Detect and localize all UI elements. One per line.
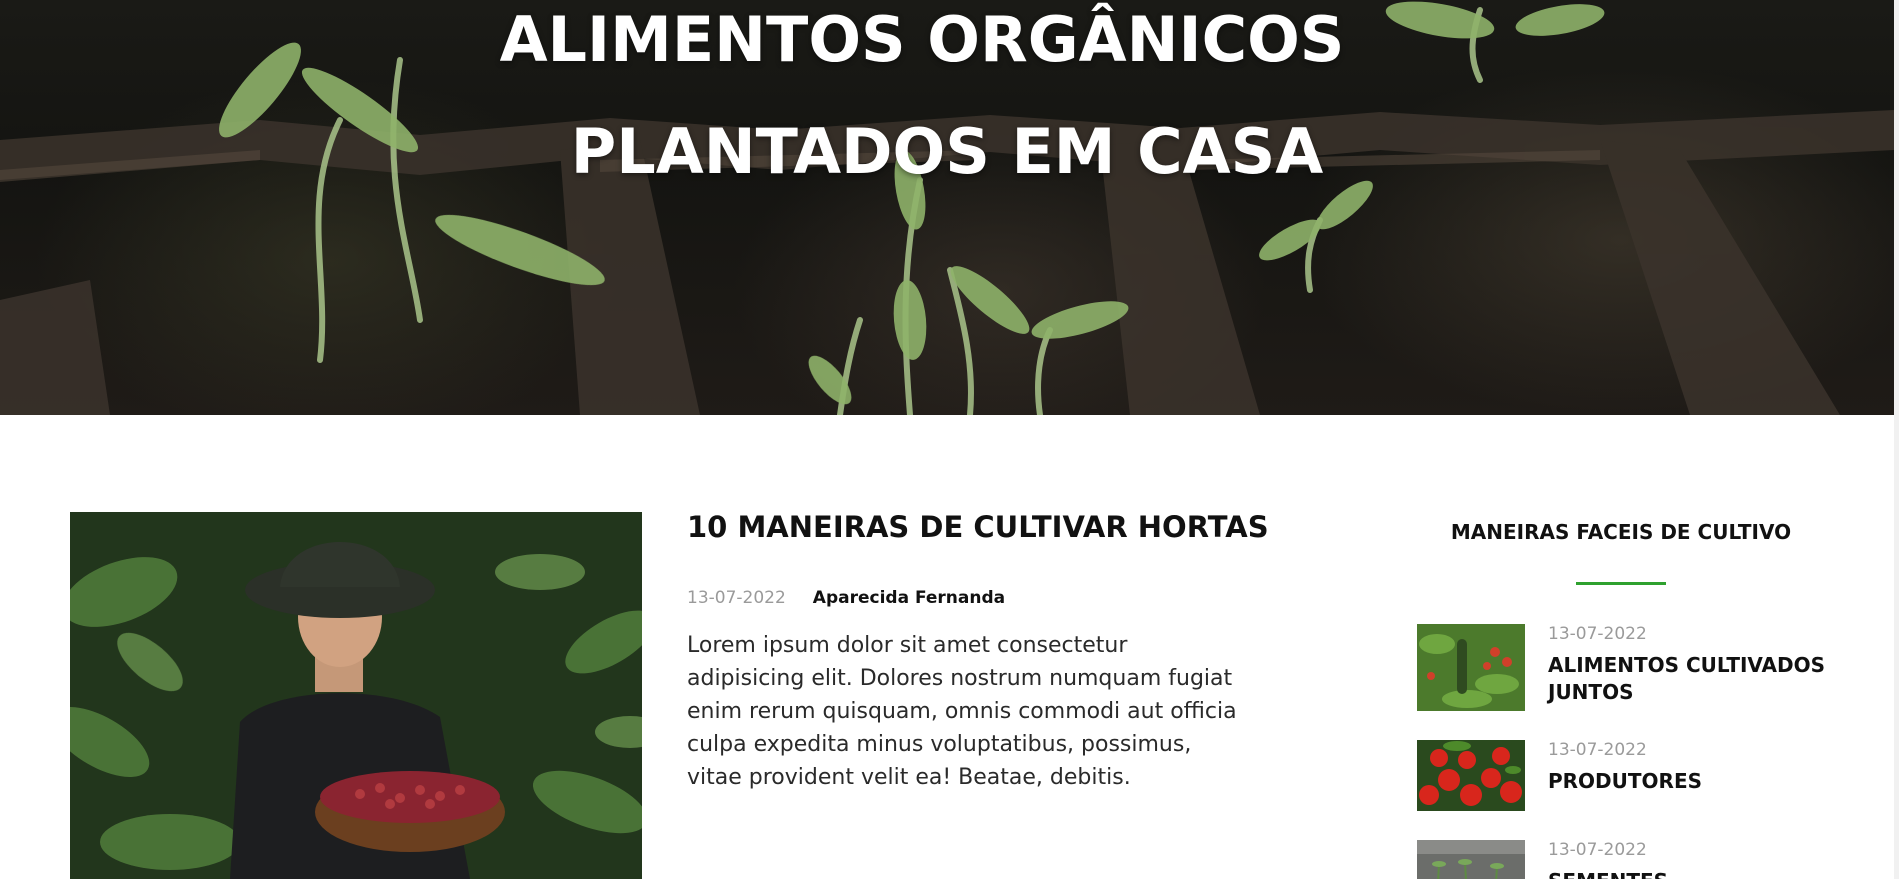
article-meta: 13-07-2022 Aparecida Fernanda — [687, 588, 1247, 608]
featured-article-image[interactable] — [70, 512, 642, 879]
hero-title-line-1: ALIMENTOS ORGÂNICOS — [499, 3, 1345, 76]
post-date: 13-07-2022 — [1548, 624, 1647, 644]
post-title[interactable]: ALIMENTOS CULTIVADOS JUNTOS — [1548, 652, 1828, 706]
post-info: 13-07-2022 ALIMENTOS CULTIVADOS JUNTOS — [1548, 624, 1828, 711]
article-title[interactable]: 10 MANEIRAS DE CULTIVAR HORTAS — [687, 510, 1269, 544]
article-excerpt: Lorem ipsum dolor sit amet consectetur a… — [687, 633, 1237, 790]
hero-title-line-2: PLANTADOS EM CASA — [570, 115, 1324, 188]
sidebar: MANEIRAS FACEIS DE CULTIVO 13-07-2022 AL… — [1417, 520, 1825, 879]
sidebar-post[interactable]: 13-07-2022 SEMENTES — [1417, 840, 1828, 879]
tomatoes-image — [1417, 740, 1525, 811]
farmer-with-basket-photo — [70, 512, 642, 879]
hero-banner: ALIMENTOS ORGÂNICOS PLANTADOS EM CASA — [0, 0, 1894, 415]
post-info: 13-07-2022 SEMENTES — [1548, 840, 1828, 879]
post-thumbnail-tomatoes[interactable] — [1417, 740, 1525, 811]
post-info: 13-07-2022 PRODUTORES — [1548, 740, 1828, 811]
sidebar-title: MANEIRAS FACEIS DE CULTIVO — [1450, 520, 1792, 544]
post-thumbnail-seeds[interactable] — [1417, 840, 1525, 879]
post-date: 13-07-2022 — [1548, 840, 1647, 860]
sidebar-post[interactable]: 13-07-2022 ALIMENTOS CULTIVADOS JUNTOS — [1417, 624, 1828, 711]
sidebar-title-divider — [1576, 582, 1666, 585]
seedlings-image — [1417, 840, 1525, 879]
page: ALIMENTOS ORGÂNICOS PLANTADOS EM CASA 10… — [0, 0, 1899, 879]
article-date: 13-07-2022 — [687, 588, 786, 608]
featured-article: 10 MANEIRAS DE CULTIVAR HORTAS 13-07-202… — [687, 510, 1269, 794]
hero-title: ALIMENTOS ORGÂNICOS PLANTADOS EM CASA — [0, 0, 1894, 208]
article-author[interactable]: Aparecida Fernanda — [813, 588, 1005, 608]
garden-plants-image — [1417, 624, 1525, 711]
sidebar-post[interactable]: 13-07-2022 PRODUTORES — [1417, 740, 1828, 811]
post-thumbnail-vegetables[interactable] — [1417, 624, 1525, 711]
post-date: 13-07-2022 — [1548, 740, 1647, 760]
post-title[interactable]: SEMENTES — [1548, 868, 1828, 879]
post-title[interactable]: PRODUTORES — [1548, 768, 1828, 795]
scrollbar-track[interactable] — [1894, 0, 1899, 879]
